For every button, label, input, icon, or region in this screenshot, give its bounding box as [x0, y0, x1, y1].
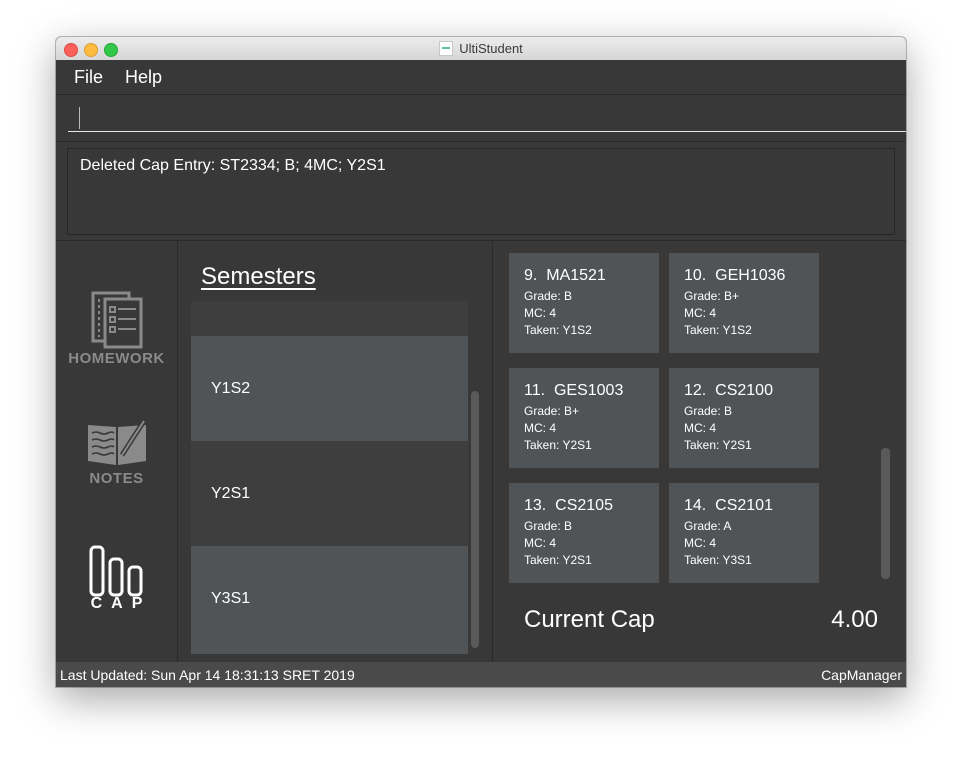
sidebar-item-notes[interactable]: NOTES — [56, 417, 177, 487]
result-display: Deleted Cap Entry: ST2334; B; 4MC; Y2S1 — [56, 142, 906, 240]
module-title: 13. CS2105 — [524, 497, 613, 515]
status-bar: Last Updated: Sun Apr 14 18:31:13 SRET 2… — [56, 662, 906, 687]
module-title: 9. MA1521 — [524, 267, 606, 285]
module-grade: Grade: B — [524, 289, 573, 303]
module-index: 9. — [524, 267, 538, 284]
module-taken: Taken: Y2S1 — [684, 438, 752, 452]
module-mc: MC: 4 — [684, 421, 717, 435]
semester-list[interactable]: Y1S2 Y2S1 Y3S1 — [191, 301, 468, 654]
homework-label: HOMEWORK — [68, 350, 165, 367]
semester-row[interactable]: Y1S2 — [191, 336, 468, 441]
module-index: 13. — [524, 497, 547, 514]
modules-scrollbar[interactable] — [881, 448, 890, 579]
menu-help[interactable]: Help — [121, 67, 166, 88]
result-box: Deleted Cap Entry: ST2334; B; 4MC; Y2S1 — [67, 148, 895, 235]
module-index: 12. — [684, 382, 707, 399]
semester-label: Y1S2 — [211, 380, 251, 397]
semester-label: Y3S1 — [211, 590, 251, 607]
semester-row[interactable]: Y3S1 — [191, 546, 468, 654]
title-bar: UltiStudent — [56, 37, 906, 61]
command-input[interactable] — [68, 105, 906, 132]
menu-file[interactable]: File — [70, 67, 107, 88]
sidebar-item-homework[interactable]: HOMEWORK — [56, 287, 177, 367]
app-icon — [439, 41, 454, 56]
module-code: CS2101 — [715, 497, 773, 514]
module-code: MA1521 — [546, 267, 606, 284]
module-card[interactable]: 10. GEH1036 Grade: B+ MC: 4 Taken: Y1S2 — [669, 253, 819, 353]
module-code: CS2105 — [555, 497, 613, 514]
module-grade: Grade: B — [684, 404, 733, 418]
module-taken: Taken: Y2S1 — [524, 553, 592, 567]
module-code: GES1003 — [553, 382, 624, 399]
current-cap-value: 4.00 — [831, 606, 878, 633]
module-grade: Grade: A — [684, 519, 732, 533]
module-index: 11. — [524, 382, 546, 399]
module-taken: Taken: Y1S2 — [684, 323, 752, 337]
module-title: 11. GES1003 — [524, 382, 623, 400]
module-code: GEH1036 — [715, 267, 786, 284]
module-index: 10. — [684, 267, 707, 284]
window-title: UltiStudent — [459, 41, 523, 56]
sidebar-item-cap[interactable]: CAP — [56, 541, 177, 626]
manager-status: CapManager — [821, 667, 902, 683]
cap-sidebar-label: CAP — [90, 595, 152, 612]
module-taken: Taken: Y3S1 — [684, 553, 752, 567]
module-grade: Grade: B — [524, 519, 573, 533]
notes-icon — [87, 419, 146, 465]
module-title: 10. GEH1036 — [684, 267, 785, 285]
homework-icon — [91, 291, 142, 349]
module-mc: MC: 4 — [684, 306, 717, 320]
module-card[interactable]: 11. GES1003 Grade: B+ MC: 4 Taken: Y2S1 — [509, 368, 659, 468]
last-updated-status: Last Updated: Sun Apr 14 18:31:13 SRET 2… — [60, 667, 355, 683]
semesters-panel: Semesters Y1S2 Y2S1 Y3S1 — [178, 241, 493, 662]
window-title-wrap: UltiStudent — [56, 37, 906, 60]
semester-row[interactable] — [191, 301, 468, 336]
module-card[interactable]: 9. MA1521 Grade: B MC: 4 Taken: Y1S2 — [509, 253, 659, 353]
module-index: 14. — [684, 497, 707, 514]
module-grade: Grade: B+ — [524, 404, 580, 418]
result-message: Deleted Cap Entry: ST2334; B; 4MC; Y2S1 — [80, 157, 386, 174]
module-card[interactable]: 14. CS2101 Grade: A MC: 4 Taken: Y3S1 — [669, 483, 819, 583]
module-taken: Taken: Y1S2 — [524, 323, 592, 337]
app-window: UltiStudent File Help Deleted Cap Entry:… — [56, 37, 906, 687]
module-code: CS2100 — [715, 382, 773, 399]
module-mc: MC: 4 — [524, 421, 557, 435]
module-mc: MC: 4 — [684, 536, 717, 550]
module-grade: Grade: B+ — [684, 289, 740, 303]
module-title: 12. CS2100 — [684, 382, 773, 400]
module-card[interactable]: 12. CS2100 Grade: B MC: 4 Taken: Y2S1 — [669, 368, 819, 468]
semester-scrollbar[interactable] — [471, 391, 479, 648]
cap-modules-panel: 9. MA1521 Grade: B MC: 4 Taken: Y1S2 10.… — [493, 241, 906, 662]
module-title: 14. CS2101 — [684, 497, 773, 515]
menu-bar: File Help — [56, 60, 906, 95]
module-mc: MC: 4 — [524, 306, 557, 320]
semesters-title: Semesters — [201, 263, 316, 290]
module-taken: Taken: Y2S1 — [524, 438, 592, 452]
sidebar: HOMEWORK NOTES CAP — [56, 241, 178, 662]
semester-label: Y2S1 — [211, 485, 251, 502]
module-mc: MC: 4 — [524, 536, 557, 550]
command-box — [56, 95, 906, 142]
current-cap-label: Current Cap — [524, 606, 655, 633]
semester-row[interactable]: Y2S1 — [191, 441, 468, 546]
text-caret — [79, 107, 80, 129]
module-card[interactable]: 13. CS2105 Grade: B MC: 4 Taken: Y2S1 — [509, 483, 659, 583]
notes-label: NOTES — [89, 470, 144, 487]
